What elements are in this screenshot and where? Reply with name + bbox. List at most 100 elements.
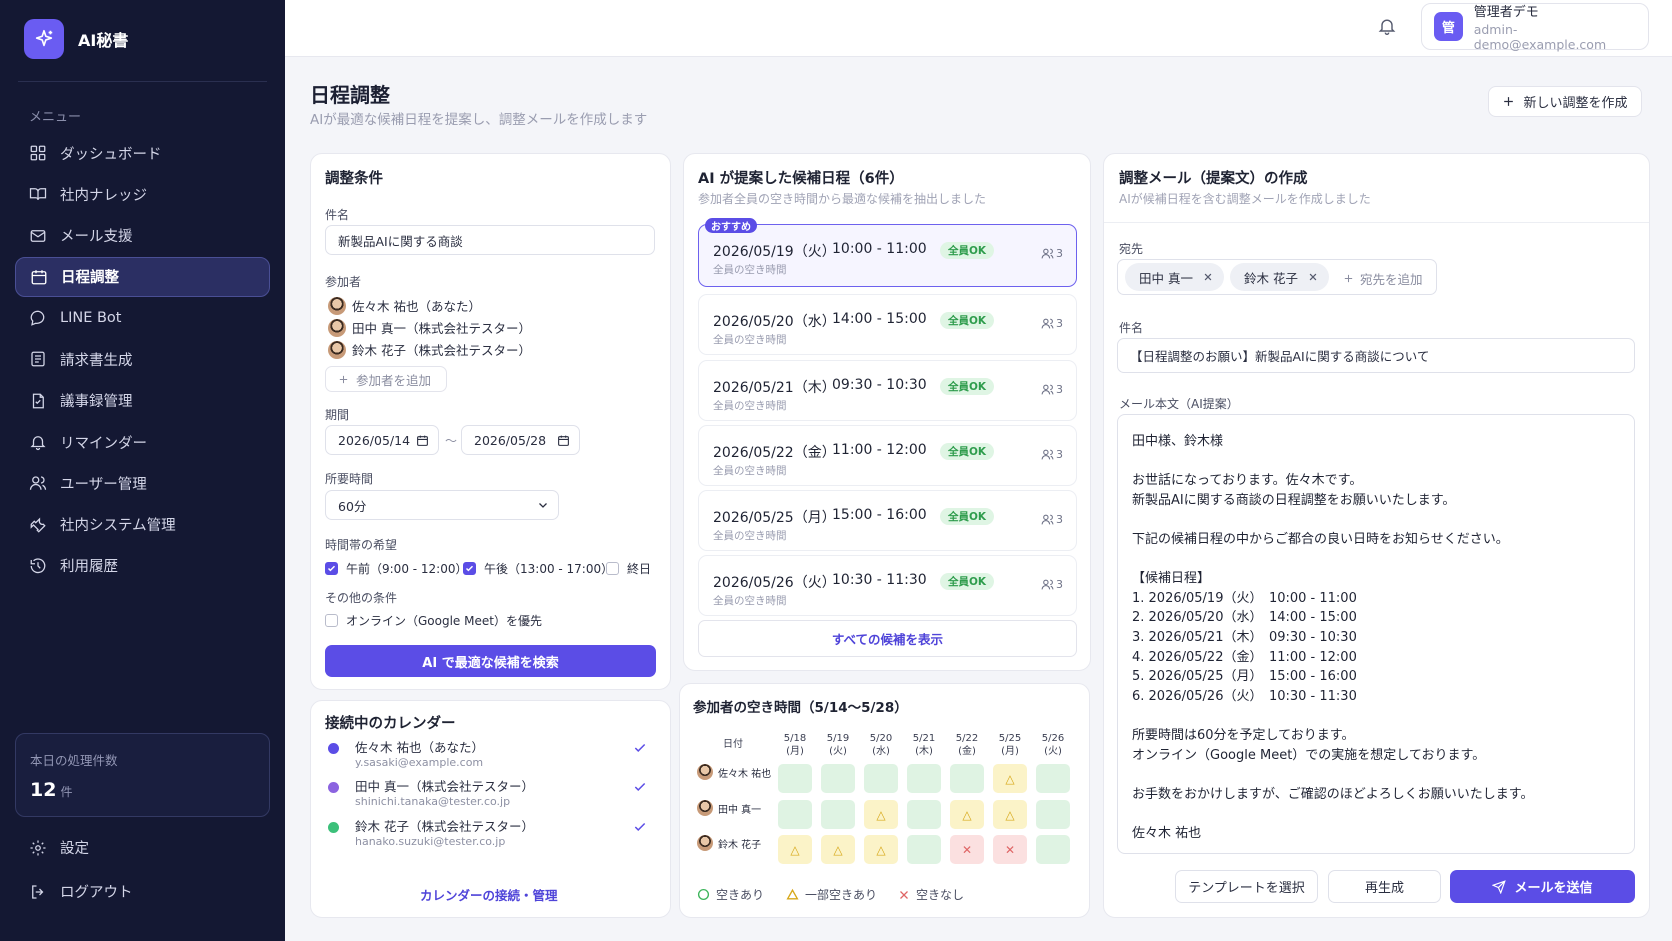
invoice-icon (29, 350, 47, 368)
availability-cell-partial[interactable]: △ (778, 835, 812, 864)
select-template-button[interactable]: テンプレートを選択 (1175, 870, 1318, 903)
new-schedule-button[interactable]: 新しい調整を作成 (1488, 86, 1642, 117)
notification-bell-icon[interactable] (1377, 16, 1397, 36)
email-subject-input[interactable]: 【日程調整のお願い】新製品AIに関する商談について (1117, 338, 1635, 373)
candidate-item[interactable]: 2026/05/21（木） 09:30 - 10:30 全員OK 全員の空き時間… (698, 360, 1077, 421)
email-subject-label: 件名 (1119, 321, 1144, 335)
candidate-item[interactable]: 2026/05/22（金） 11:00 - 12:00 全員OK 全員の空き時間… (698, 425, 1077, 486)
afternoon-checkbox[interactable]: 午後（13:00 - 17:00） (463, 560, 613, 577)
send-email-button[interactable]: メールを送信 (1450, 870, 1635, 903)
email-subtitle: AIが候補日程を含む調整メールを作成しました (1119, 192, 1371, 206)
subject-input[interactable]: 新製品AIに関する商談 (325, 225, 655, 255)
sidebar-item-invoice[interactable]: 請求書生成 (15, 339, 270, 379)
availability-cell-partial[interactable]: △ (864, 800, 898, 829)
recipient-chip: 田中 真一 (1125, 263, 1224, 291)
availability-cell-available[interactable] (821, 800, 855, 829)
online-priority-checkbox[interactable]: オンライン（Google Meet）を優先 (325, 612, 542, 629)
availability-cell-available[interactable] (907, 764, 941, 793)
show-all-candidates-button[interactable]: すべての候補を表示 (698, 620, 1077, 657)
availability-cell-busy[interactable]: ✕ (993, 835, 1027, 864)
availability-cell-available[interactable] (1036, 764, 1070, 793)
email-body-line: 1. 2026/05/19（火） 10:00 - 11:00 (1132, 590, 1357, 606)
availability-cell-available[interactable] (821, 764, 855, 793)
other-conditions-label: その他の条件 (325, 591, 398, 605)
email-body-textarea[interactable]: 田中様、鈴木様 お世話になっております。佐々木です。 新製品AIに関する商談の日程… (1117, 414, 1635, 854)
all-day-checkbox[interactable]: 終日 (606, 560, 651, 577)
availability-cell-available[interactable] (1036, 835, 1070, 864)
document-icon (29, 392, 47, 410)
calendar-color-dot (328, 822, 339, 833)
participant-item: 佐々木 祐也（あなた） (328, 296, 481, 315)
logout-icon (29, 883, 47, 901)
email-body-line (1132, 802, 1620, 822)
settings-link[interactable]: 設定 (29, 837, 89, 858)
mail-icon (29, 227, 47, 245)
participant-count-value: 3 (1056, 383, 1063, 396)
sidebar-item-history[interactable]: 利用履歴 (15, 546, 270, 586)
sidebar-item-dashboard[interactable]: ダッシュボード (15, 133, 270, 173)
date-label: 5/20 (869, 733, 893, 744)
availability-cell-available[interactable] (778, 800, 812, 829)
email-body-line: オンライン（Google Meet）での実施を想定しております。 (1132, 747, 1486, 763)
availability-cell-busy[interactable]: ✕ (950, 835, 984, 864)
availability-cell-partial[interactable]: △ (821, 835, 855, 864)
availability-cell-available[interactable] (907, 800, 941, 829)
circle-icon (697, 888, 710, 901)
users-icon (1041, 514, 1054, 525)
period-start-input[interactable]: 2026/05/14 (325, 425, 439, 455)
user-menu[interactable]: 管 管理者デモ admin-demo@example.com (1421, 3, 1649, 52)
email-body-line: 2. 2026/05/20（水） 14:00 - 15:00 (1132, 610, 1357, 626)
availability-row-label: 鈴木 花子 (697, 835, 761, 851)
sidebar-item-users[interactable]: ユーザー管理 (15, 463, 270, 503)
regenerate-button[interactable]: 再生成 (1328, 870, 1441, 903)
triangle-icon (786, 888, 799, 900)
sidebar-item-schedule[interactable]: 日程調整 (15, 256, 270, 297)
add-recipient-button[interactable]: 宛先を追加 (1343, 269, 1423, 288)
candidate-item[interactable]: 2026/05/25（月） 15:00 - 16:00 全員OK 全員の空き時間… (698, 490, 1077, 551)
availability-cell-available[interactable] (778, 764, 812, 793)
app-name: AI秘書 (78, 31, 129, 50)
candidate-item[interactable]: 2026/05/26（火） 10:30 - 11:30 全員OK 全員の空き時間… (698, 555, 1077, 616)
close-icon[interactable] (1203, 272, 1213, 282)
candidate-time: 11:00 - 12:00 (832, 442, 927, 458)
email-body-line: 【候補日程】 (1132, 571, 1211, 587)
sidebar-item-knowledge[interactable]: 社内ナレッジ (15, 174, 270, 214)
availability-cell-available[interactable] (1036, 800, 1070, 829)
manage-calendars-link[interactable]: カレンダーの接続・管理 (420, 885, 558, 904)
avatar (697, 800, 713, 816)
checkbox-checked-icon (463, 562, 476, 575)
availability-cell-partial[interactable]: △ (993, 800, 1027, 829)
calendar-item: 田中 真一（株式会社テスター） shinichi.tanaka@tester.c… (328, 776, 648, 812)
app-logo[interactable]: AI秘書 (24, 19, 128, 59)
availability-cell-available[interactable] (907, 835, 941, 864)
logout-link[interactable]: ログアウト (29, 881, 133, 902)
sidebar-item-label: リマインダー (60, 435, 147, 452)
recipient-name: 田中 真一 (1139, 270, 1193, 286)
sidebar-item-line-bot[interactable]: LINE Bot (15, 298, 270, 338)
sidebar-item-mail[interactable]: メール支援 (15, 216, 270, 256)
sidebar-item-reminder[interactable]: リマインダー (15, 422, 270, 462)
availability-cell-partial[interactable]: △ (864, 835, 898, 864)
participant-item: 田中 真一（株式会社テスター） (328, 318, 531, 337)
morning-checkbox[interactable]: 午前（9:00 - 12:00） (325, 560, 468, 577)
sidebar-item-system[interactable]: 社内システム管理 (15, 505, 270, 545)
sidebar-item-minutes[interactable]: 議事録管理 (15, 381, 270, 421)
date-column-header: 5/18 (月) (775, 732, 815, 758)
availability-cell-available[interactable] (950, 764, 984, 793)
availability-cell-partial[interactable]: △ (950, 800, 984, 829)
candidate-item[interactable]: 2026/05/20（水） 14:00 - 15:00 全員OK 全員の空き時間… (698, 294, 1077, 355)
ai-search-button[interactable]: AI で最適な候補を検索 (325, 645, 656, 677)
availability-cell-partial[interactable]: △ (993, 764, 1027, 793)
participants-label: 参加者 (325, 275, 362, 289)
duration-select[interactable]: 60分 (325, 490, 559, 520)
candidate-note: 全員の空き時間 (713, 264, 787, 276)
status-badge: 全員OK (940, 312, 995, 329)
candidate-item[interactable]: 2026/05/19（火） 10:00 - 11:00 全員OK 全員の空き時間… (698, 224, 1077, 287)
calendar-owner: 田中 真一（株式会社テスター） (355, 779, 534, 794)
participant-count-value: 3 (1056, 317, 1063, 330)
close-icon[interactable] (1308, 272, 1318, 282)
availability-cell-available[interactable] (864, 764, 898, 793)
calendar-item: 鈴木 花子（株式会社テスター） hanako.suzuki@tester.co.… (328, 816, 648, 852)
add-participant-button[interactable]: 参加者を追加 (325, 366, 447, 392)
period-end-input[interactable]: 2026/05/28 (461, 425, 580, 455)
